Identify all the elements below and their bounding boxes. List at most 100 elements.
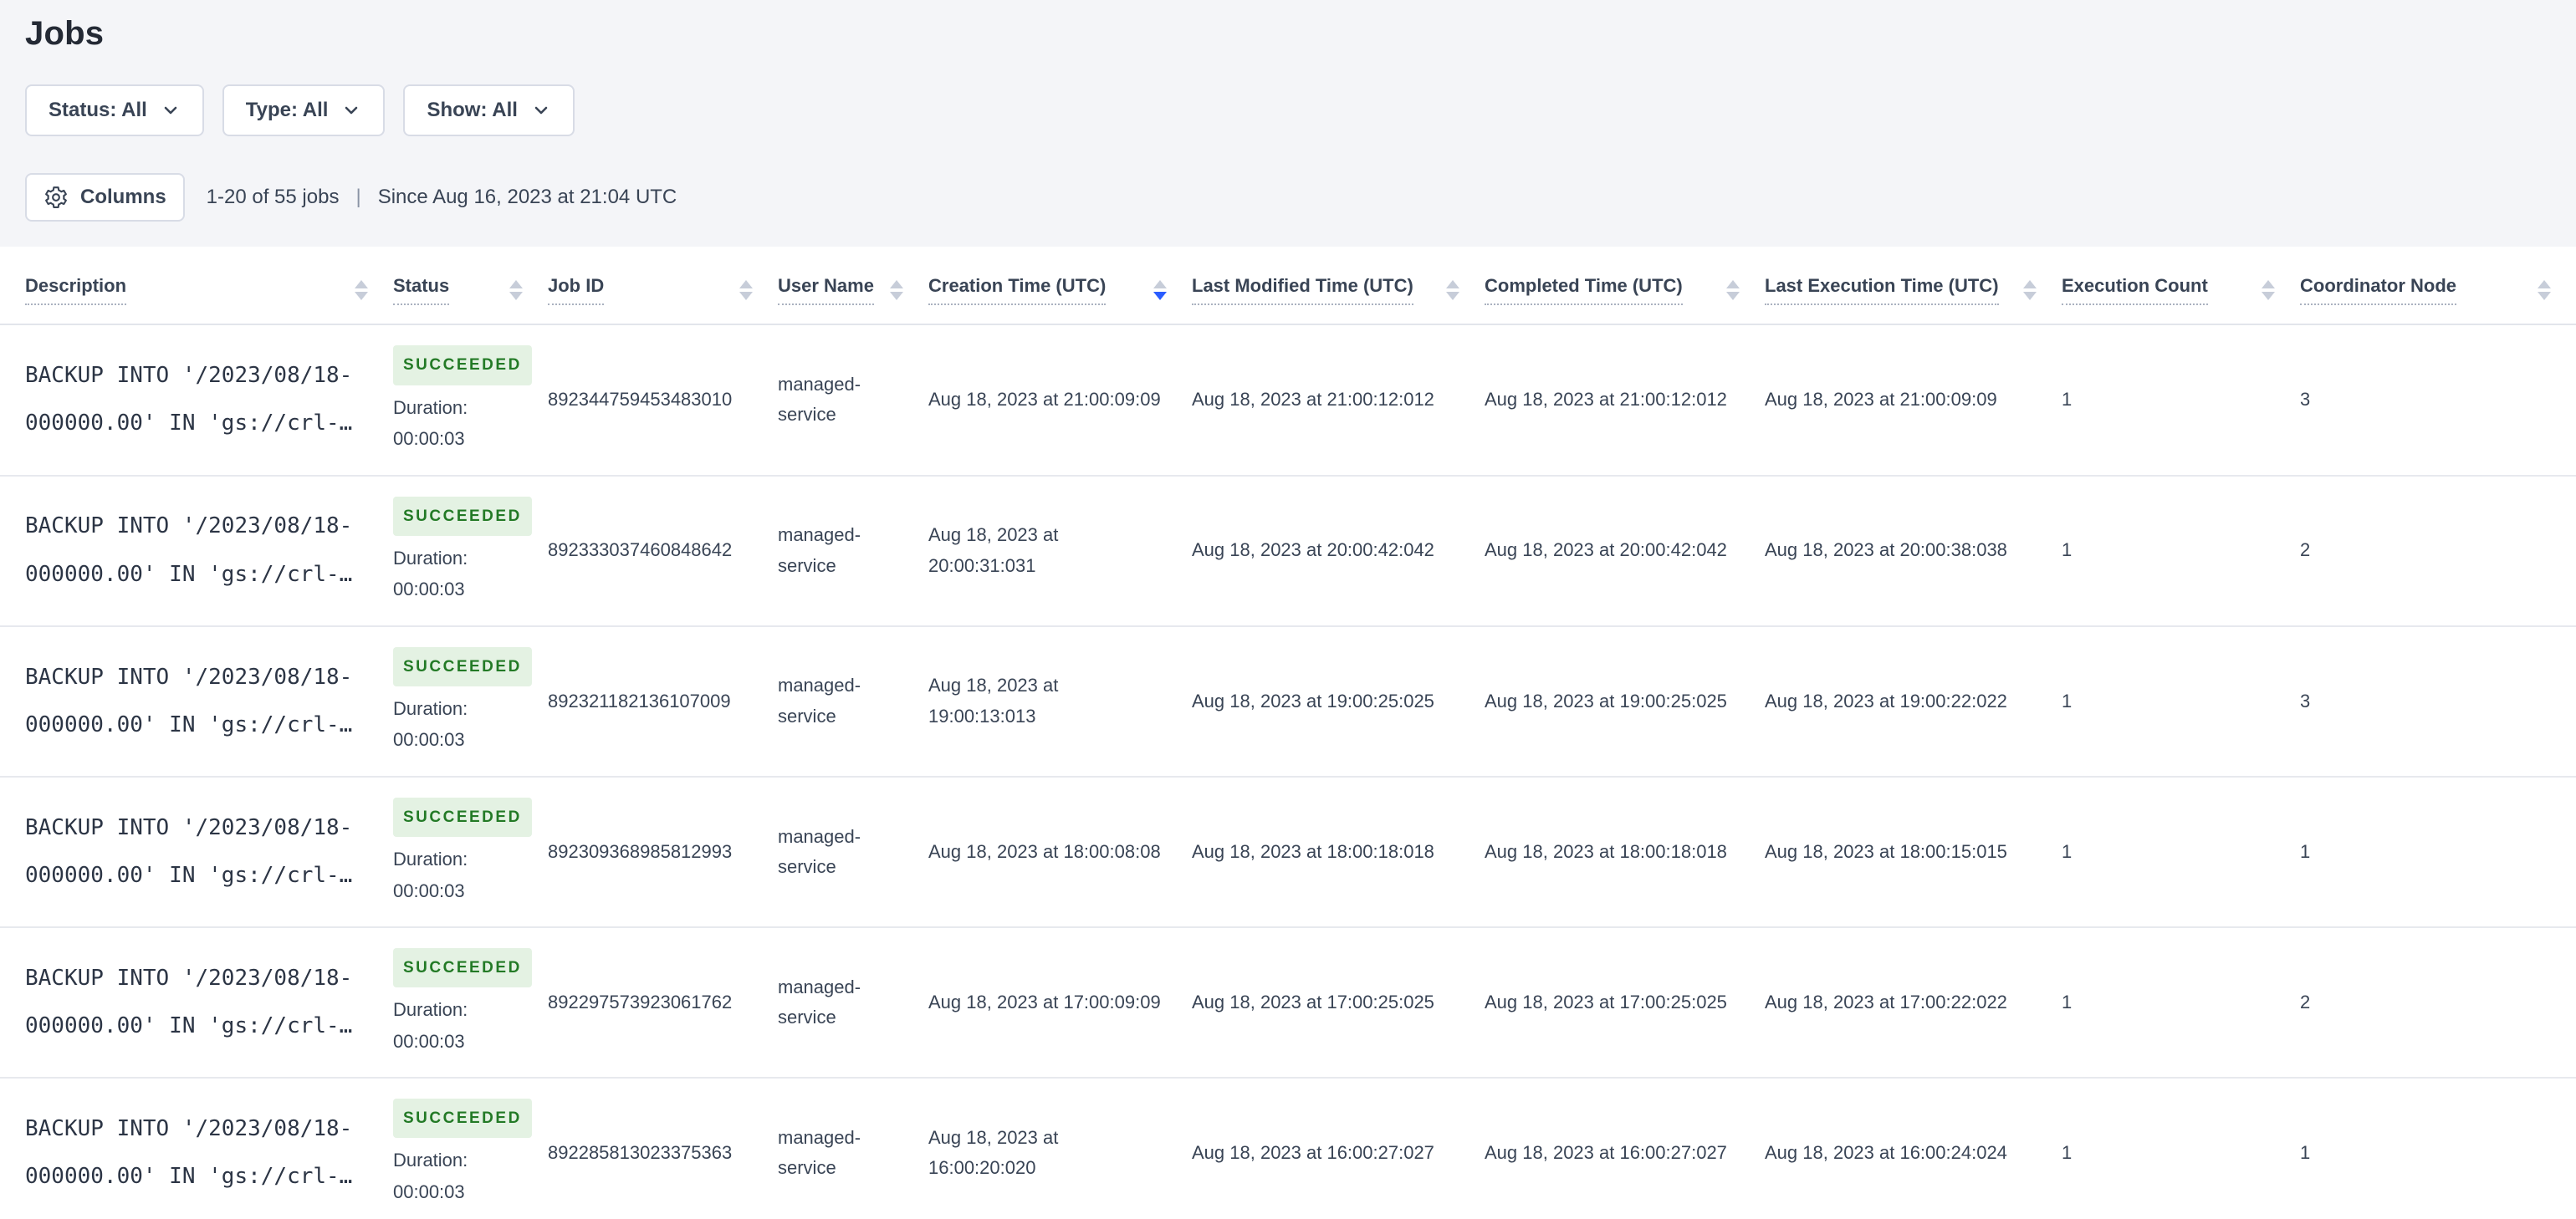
- sort-icon[interactable]: [1436, 280, 1459, 301]
- column-header-coordinator-node[interactable]: Coordinator Node: [2300, 247, 2576, 326]
- since-timestamp-text: Since Aug 16, 2023 at 21:04 UTC: [377, 186, 677, 208]
- last-modified-time-cell: Aug 18, 2023 at 20:00:42:042: [1192, 475, 1485, 627]
- jobs-table: Description Status Job ID User Name Crea…: [0, 247, 2576, 1219]
- execution-count-cell: 1: [2062, 324, 2300, 477]
- completed-time-cell: Aug 18, 2023 at 18:00:18:018: [1485, 776, 1765, 928]
- duration-text: Duration: 00:00:03: [393, 849, 468, 901]
- sort-desc-arrow-icon: [1726, 292, 1740, 301]
- status-cell: SUCCEEDED Duration: 00:00:03: [393, 1078, 548, 1219]
- column-header-creation-time-utc[interactable]: Creation Time (UTC): [928, 247, 1192, 326]
- job-id-cell: 892333037460848642: [548, 475, 778, 627]
- coordinator-node-cell: 1: [2300, 1078, 2576, 1219]
- job-table-row[interactable]: BACKUP INTO '/2023/08/18-000000.00' IN '…: [0, 776, 2576, 928]
- job-description-link[interactable]: BACKUP INTO '/2023/08/18-000000.00' IN '…: [25, 966, 352, 1038]
- job-table-row[interactable]: BACKUP INTO '/2023/08/18-000000.00' IN '…: [0, 926, 2576, 1079]
- columns-button-label: Columns: [80, 186, 166, 208]
- column-header-description[interactable]: Description: [0, 247, 393, 326]
- column-header-label[interactable]: Job ID: [548, 275, 605, 306]
- description-cell[interactable]: BACKUP INTO '/2023/08/18-000000.00' IN '…: [0, 1078, 393, 1219]
- completed-time-cell: Aug 18, 2023 at 20:00:42:042: [1485, 475, 1765, 627]
- job-table-row[interactable]: BACKUP INTO '/2023/08/18-000000.00' IN '…: [0, 625, 2576, 778]
- user-name-cell: managed-service: [778, 1078, 928, 1219]
- sort-icon[interactable]: [345, 280, 368, 301]
- execution-count-cell: 1: [2062, 776, 2300, 928]
- column-header-label[interactable]: Status: [393, 275, 450, 306]
- description-cell[interactable]: BACKUP INTO '/2023/08/18-000000.00' IN '…: [0, 926, 393, 1079]
- description-cell[interactable]: BACKUP INTO '/2023/08/18-000000.00' IN '…: [0, 625, 393, 778]
- user-name-cell: managed-service: [778, 776, 928, 928]
- completed-time-cell: Aug 18, 2023 at 16:00:27:027: [1485, 1078, 1765, 1219]
- description-cell[interactable]: BACKUP INTO '/2023/08/18-000000.00' IN '…: [0, 324, 393, 477]
- sort-asc-arrow-icon: [2262, 280, 2275, 289]
- completed-time-cell: Aug 18, 2023 at 17:00:25:025: [1485, 926, 1765, 1079]
- sort-icon[interactable]: [499, 280, 523, 301]
- sort-desc-arrow-icon: [509, 292, 523, 301]
- user-name-cell: managed-service: [778, 475, 928, 627]
- column-header-user-name[interactable]: User Name: [778, 247, 928, 326]
- job-description-link[interactable]: BACKUP INTO '/2023/08/18-000000.00' IN '…: [25, 1116, 352, 1189]
- job-description-link[interactable]: BACKUP INTO '/2023/08/18-000000.00' IN '…: [25, 363, 352, 436]
- description-cell[interactable]: BACKUP INTO '/2023/08/18-000000.00' IN '…: [0, 776, 393, 928]
- sort-icon[interactable]: [729, 280, 753, 301]
- creation-time-cell: Aug 18, 2023 at 16:00:20:020: [928, 1078, 1192, 1219]
- sort-icon[interactable]: [1716, 280, 1740, 301]
- column-header-completed-time-utc[interactable]: Completed Time (UTC): [1485, 247, 1765, 326]
- column-header-label[interactable]: Creation Time (UTC): [928, 275, 1107, 306]
- job-table-row[interactable]: BACKUP INTO '/2023/08/18-000000.00' IN '…: [0, 324, 2576, 477]
- creation-time-cell: Aug 18, 2023 at 21:00:09:09: [928, 324, 1192, 477]
- column-header-label[interactable]: Execution Count: [2062, 275, 2208, 306]
- job-description-link[interactable]: BACKUP INTO '/2023/08/18-000000.00' IN '…: [25, 665, 352, 737]
- column-header-label[interactable]: Coordinator Node: [2300, 275, 2456, 306]
- show-filter-label: Show: All: [427, 99, 518, 121]
- show-filter-dropdown[interactable]: Show: All: [403, 84, 575, 136]
- execution-count-cell: 1: [2062, 926, 2300, 1079]
- job-table-row[interactable]: BACKUP INTO '/2023/08/18-000000.00' IN '…: [0, 1078, 2576, 1219]
- type-filter-dropdown[interactable]: Type: All: [222, 84, 386, 136]
- status-badge: SUCCEEDED: [393, 947, 532, 988]
- sort-icon[interactable]: [1143, 280, 1167, 301]
- status-filter-dropdown[interactable]: Status: All: [25, 84, 204, 136]
- last-execution-time-cell: Aug 18, 2023 at 19:00:22:022: [1765, 625, 2062, 778]
- column-header-label[interactable]: Completed Time (UTC): [1485, 275, 1683, 306]
- column-header-execution-count[interactable]: Execution Count: [2062, 247, 2300, 326]
- sort-icon[interactable]: [2251, 280, 2275, 301]
- status-cell: SUCCEEDED Duration: 00:00:03: [393, 625, 548, 778]
- sort-icon[interactable]: [2527, 280, 2551, 301]
- sort-asc-arrow-icon: [2023, 280, 2037, 289]
- creation-time-cell: Aug 18, 2023 at 18:00:08:08: [928, 776, 1192, 928]
- job-description-link[interactable]: BACKUP INTO '/2023/08/18-000000.00' IN '…: [25, 815, 352, 888]
- jobs-count-text: 1-20 of 55 jobs: [206, 186, 340, 208]
- sort-icon[interactable]: [880, 280, 903, 301]
- sort-desc-arrow-icon: [1153, 292, 1167, 301]
- completed-time-cell: Aug 18, 2023 at 21:00:12:012: [1485, 324, 1765, 477]
- sort-asc-arrow-icon: [890, 280, 903, 289]
- table-header-row: Description Status Job ID User Name Crea…: [0, 247, 2576, 326]
- status-cell: SUCCEEDED Duration: 00:00:03: [393, 776, 548, 928]
- page-title: Jobs: [25, 15, 105, 52]
- status-badge: SUCCEEDED: [393, 646, 532, 686]
- column-header-label[interactable]: Last Execution Time (UTC): [1765, 275, 1999, 306]
- column-header-label[interactable]: User Name: [778, 275, 874, 306]
- sort-desc-arrow-icon: [1446, 292, 1459, 301]
- coordinator-node-cell: 3: [2300, 625, 2576, 778]
- description-cell[interactable]: BACKUP INTO '/2023/08/18-000000.00' IN '…: [0, 475, 393, 627]
- column-header-last-modified-time-utc[interactable]: Last Modified Time (UTC): [1192, 247, 1485, 326]
- last-modified-time-cell: Aug 18, 2023 at 16:00:27:027: [1192, 1078, 1485, 1219]
- status-filter-label: Status: All: [49, 99, 147, 121]
- coordinator-node-cell: 2: [2300, 926, 2576, 1079]
- execution-count-cell: 1: [2062, 1078, 2300, 1219]
- column-header-label[interactable]: Description: [25, 275, 127, 306]
- column-header-status[interactable]: Status: [393, 247, 548, 326]
- last-modified-time-cell: Aug 18, 2023 at 17:00:25:025: [1192, 926, 1485, 1079]
- column-header-job-id[interactable]: Job ID: [548, 247, 778, 326]
- job-table-row[interactable]: BACKUP INTO '/2023/08/18-000000.00' IN '…: [0, 475, 2576, 627]
- columns-button[interactable]: Columns: [25, 173, 185, 222]
- last-execution-time-cell: Aug 18, 2023 at 18:00:15:015: [1765, 776, 2062, 928]
- column-header-last-execution-time-utc[interactable]: Last Execution Time (UTC): [1765, 247, 2062, 326]
- jobs-table-body: BACKUP INTO '/2023/08/18-000000.00' IN '…: [0, 324, 2576, 1219]
- column-header-label[interactable]: Last Modified Time (UTC): [1192, 275, 1413, 306]
- sort-icon[interactable]: [2013, 280, 2037, 301]
- filters-row: Status: All Type: All Show: All: [25, 84, 2551, 136]
- jobs-page-header: Jobs Status: All Type: All Show: All Col…: [0, 0, 2576, 222]
- job-description-link[interactable]: BACKUP INTO '/2023/08/18-000000.00' IN '…: [25, 513, 352, 586]
